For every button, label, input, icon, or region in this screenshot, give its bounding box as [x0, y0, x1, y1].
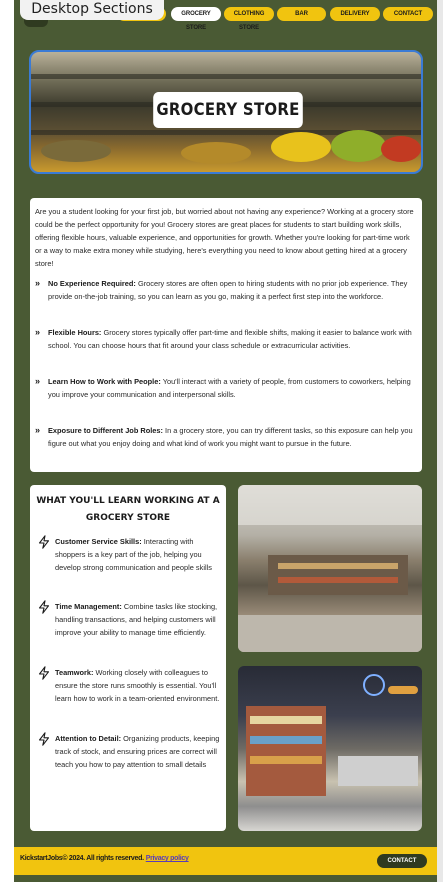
canvas-edge	[437, 0, 443, 882]
intro-item-title: No Experience Required:	[48, 279, 136, 288]
footer-contact-button[interactable]: Contact	[377, 854, 427, 868]
display-case-block	[268, 555, 408, 595]
learn-item: Customer Service Skills: Interacting wit…	[38, 535, 220, 574]
learn-item-title: Customer Service Skills:	[55, 537, 142, 546]
checkout-counter-block	[338, 756, 418, 786]
produce-tomatoes	[381, 136, 421, 162]
learn-item: Teamwork: Working closely with colleague…	[38, 666, 220, 705]
lightning-icon	[38, 666, 50, 680]
lightning-icon	[38, 535, 50, 549]
shelf-item-block	[250, 756, 322, 764]
intro-item: » Learn How to Work with People: You'll …	[35, 375, 415, 401]
nav-delivery[interactable]: Delivery	[330, 7, 380, 21]
learn-card: WHAT YOU'LL LEARN WORKING AT A GROCERY S…	[30, 485, 226, 831]
shelf-item-block	[278, 577, 398, 583]
nav-clothing-store[interactable]: Clothing Store	[224, 7, 274, 31]
intro-item-text: Grocery stores typically offer part-time…	[48, 328, 412, 350]
shelf-item-block	[278, 563, 398, 569]
neon-sign-block	[363, 674, 385, 696]
learn-item-title: Teamwork:	[55, 668, 94, 677]
store-checkout-photo	[238, 666, 422, 831]
page: Desktop Sections Grocery Store Clothing …	[14, 0, 437, 882]
intro-item-title: Exposure to Different Job Roles:	[48, 426, 163, 435]
intro-card: Are you a student looking for your first…	[30, 198, 422, 472]
chevron-double-right-icon: »	[35, 376, 41, 386]
hero-title: GROCERY STORE	[153, 92, 303, 128]
learn-item: Time Management: Combine tasks like stoc…	[38, 600, 220, 639]
chevron-double-right-icon: »	[35, 278, 41, 288]
learn-title: WHAT YOU'LL LEARN WORKING AT A GROCERY S…	[36, 496, 220, 523]
hero-shelf	[31, 74, 421, 79]
frame-label: Desktop Sections	[20, 0, 164, 20]
shelf-item-block	[250, 736, 322, 744]
learn-item-title: Attention to Detail:	[55, 734, 122, 743]
intro-item-title: Flexible Hours:	[48, 328, 102, 337]
intro-item: » No Experience Required: Grocery stores…	[35, 277, 415, 303]
intro-item: » Flexible Hours: Grocery stores typical…	[35, 326, 415, 352]
intro-item: » Exposure to Different Job Roles: In a …	[35, 424, 415, 450]
hero-banner: GROCERY STORE	[29, 50, 423, 174]
produce-bins	[41, 140, 111, 162]
intro-item-title: Learn How to Work with People:	[48, 377, 161, 386]
copyright-text: KickstartJobs© 2024. All rights reserved…	[20, 855, 144, 862]
lightning-icon	[38, 600, 50, 614]
nav-bar[interactable]: Bar	[277, 7, 326, 21]
lightning-icon	[38, 732, 50, 746]
nav-contact[interactable]: Contact	[383, 7, 433, 21]
floor-block	[238, 615, 422, 652]
produce-greens	[331, 130, 386, 162]
sign-block	[388, 686, 418, 694]
learn-item: Attention to Detail: Organizing products…	[38, 732, 220, 771]
footer-text: KickstartJobs© 2024. All rights reserved…	[20, 855, 189, 862]
produce-lemons	[271, 132, 331, 162]
learn-item-title: Time Management:	[55, 602, 122, 611]
nav-grocery-store[interactable]: Grocery Store	[171, 7, 221, 31]
intro-text: Are you a student looking for your first…	[35, 207, 414, 268]
chevron-double-right-icon: »	[35, 425, 41, 435]
header: Desktop Sections Grocery Store Clothing …	[14, 0, 437, 31]
produce-crates	[181, 142, 251, 164]
chevron-double-right-icon: »	[35, 327, 41, 337]
privacy-policy-link[interactable]: Privacy policy	[146, 855, 189, 862]
shelf-item-block	[250, 716, 322, 724]
footer: KickstartJobs© 2024. All rights reserved…	[14, 847, 437, 875]
store-aisle-photo	[238, 485, 422, 652]
ceiling-block	[238, 485, 422, 525]
